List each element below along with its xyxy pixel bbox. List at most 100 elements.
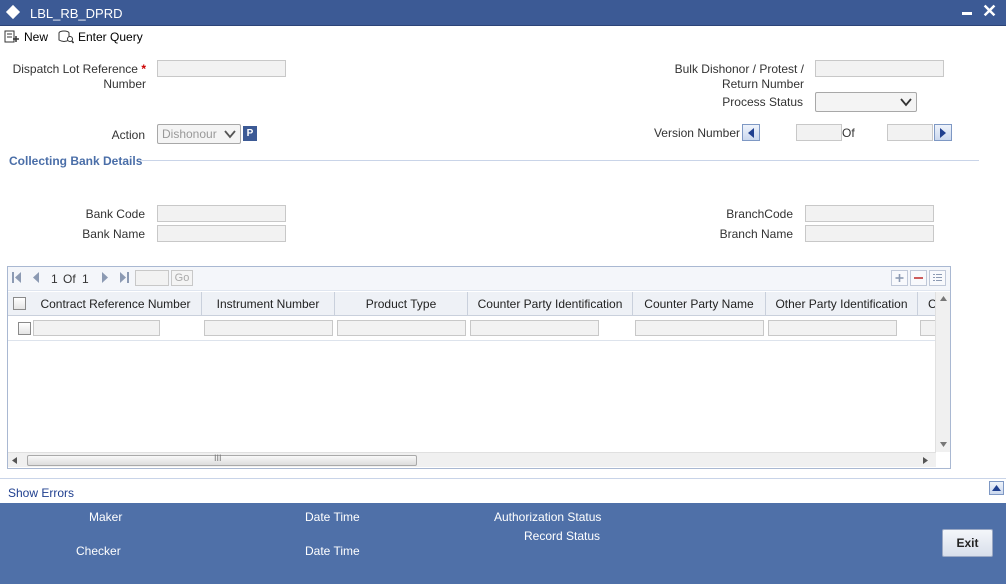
- process-status-label: Process Status: [722, 95, 803, 109]
- branch-code-label: BranchCode: [726, 207, 793, 221]
- chevron-down-icon: [900, 98, 912, 107]
- delete-row-button[interactable]: [910, 270, 927, 286]
- action-value: Dishonour: [162, 127, 217, 141]
- toolbar: New Enter Query: [0, 26, 1006, 48]
- plus-icon: [895, 274, 904, 282]
- enter-query-label: Enter Query: [78, 30, 143, 44]
- column-header-instrument-number[interactable]: Instrument Number: [202, 292, 335, 316]
- product-type-cell-input[interactable]: [337, 320, 466, 336]
- list-icon: [933, 274, 942, 281]
- go-button[interactable]: Go: [171, 270, 193, 286]
- triangle-left-icon: [748, 128, 754, 138]
- version-previous-button[interactable]: [742, 124, 760, 141]
- show-errors-bar: Show Errors: [0, 478, 1006, 503]
- audit-footer: Maker Date Time Authorization Status Che…: [0, 503, 1006, 584]
- new-label: New: [24, 30, 49, 44]
- row-checkbox[interactable]: [18, 322, 31, 335]
- expand-errors-button[interactable]: [989, 481, 1004, 495]
- counter-party-name-cell-input[interactable]: [635, 320, 764, 336]
- column-header-contract-reference[interactable]: Contract Reference Number: [30, 292, 202, 316]
- horizontal-scroll-thumb[interactable]: III: [27, 453, 417, 466]
- version-next-button[interactable]: [934, 124, 952, 141]
- column-header-truncated[interactable]: C: [918, 292, 936, 316]
- column-header-counter-party-identification[interactable]: Counter Party Identification: [468, 292, 633, 316]
- window-title: LBL_RB_DPRD: [30, 6, 123, 21]
- contract-reference-cell-input[interactable]: [33, 320, 160, 336]
- title-bar: LBL_RB_DPRD ✕: [0, 0, 1006, 26]
- version-of-label: Of: [842, 126, 855, 140]
- bank-code-label: Bank Code: [85, 207, 145, 221]
- scroll-left-arrow-icon[interactable]: [12, 457, 17, 464]
- previous-page-icon[interactable]: [32, 272, 40, 283]
- action-label: Action: [111, 128, 145, 142]
- other-party-identification-cell-input[interactable]: [768, 320, 897, 336]
- version-total-input[interactable]: [887, 124, 933, 141]
- maker-date-time-label: Date Time: [305, 510, 360, 524]
- authorization-status-label: Authorization Status: [494, 510, 602, 524]
- branch-name-label: Branch Name: [719, 227, 793, 241]
- bank-code-input[interactable]: [157, 205, 286, 222]
- enter-query-icon: [58, 30, 74, 44]
- enter-query-button[interactable]: Enter Query: [58, 28, 143, 46]
- column-header-product-type[interactable]: Product Type: [335, 292, 468, 316]
- record-status-label: Record Status: [524, 529, 601, 543]
- select-all-checkbox[interactable]: [13, 297, 26, 310]
- vertical-scrollbar[interactable]: [935, 292, 950, 452]
- scroll-up-arrow-icon[interactable]: [940, 296, 947, 301]
- bank-name-label: Bank Name: [82, 227, 145, 241]
- page-current: 1: [51, 272, 58, 286]
- scroll-thumb-grip: III: [214, 453, 222, 463]
- triangle-up-icon: [992, 485, 1001, 491]
- page-of: Of: [63, 272, 76, 286]
- app-diamond-icon: [5, 4, 21, 20]
- page-number-input[interactable]: [135, 270, 169, 286]
- add-row-button[interactable]: [891, 270, 908, 286]
- dispatch-lot-label: Dispatch Lot Reference * Number: [10, 62, 146, 92]
- minus-icon: [914, 277, 923, 279]
- grid-header-row: Contract Reference Number Instrument Num…: [8, 292, 936, 316]
- section-divider: [142, 160, 979, 161]
- scroll-right-arrow-icon[interactable]: [923, 457, 928, 464]
- next-page-icon[interactable]: [101, 272, 109, 283]
- exit-button[interactable]: Exit: [942, 529, 993, 557]
- checker-date-time-label: Date Time: [305, 544, 360, 558]
- bulk-dishonor-label-line2: Return Number: [721, 77, 804, 91]
- maker-label: Maker: [89, 510, 123, 524]
- minimize-icon[interactable]: [962, 12, 972, 15]
- checker-label: Checker: [76, 544, 121, 558]
- page-total: 1: [82, 272, 89, 286]
- version-current-input[interactable]: [796, 124, 842, 141]
- dispatch-lot-reference-input[interactable]: [157, 60, 286, 77]
- bulk-dishonor-number-input[interactable]: [815, 60, 944, 77]
- action-p-button[interactable]: P: [243, 126, 257, 141]
- process-status-select[interactable]: [815, 92, 917, 112]
- scroll-down-arrow-icon[interactable]: [940, 442, 947, 447]
- first-page-icon[interactable]: [12, 272, 22, 283]
- table-row: [8, 317, 936, 341]
- column-header-other-party-identification[interactable]: Other Party Identification: [766, 292, 918, 316]
- branch-name-input[interactable]: [805, 225, 934, 242]
- branch-code-input[interactable]: [805, 205, 934, 222]
- version-number-label: Version Number: [653, 126, 740, 140]
- counter-party-identification-cell-input[interactable]: [470, 320, 599, 336]
- action-select[interactable]: Dishonour: [157, 124, 241, 144]
- instrument-number-cell-input[interactable]: [204, 320, 333, 336]
- last-page-icon[interactable]: [119, 272, 129, 283]
- new-button[interactable]: New: [4, 28, 48, 46]
- chevron-down-icon: [224, 130, 236, 139]
- required-mark: *: [141, 62, 146, 76]
- new-icon: [4, 30, 19, 43]
- bank-name-input[interactable]: [157, 225, 286, 242]
- collecting-bank-section-title: Collecting Bank Details: [9, 154, 143, 168]
- dispatch-lot-label-line2: Number: [103, 77, 146, 91]
- show-errors-link[interactable]: Show Errors: [8, 486, 74, 500]
- contracts-grid: 1 Of 1 Go Contract Reference Number Inst…: [7, 266, 951, 469]
- bulk-dishonor-label: Bulk Dishonor / Protest / Return Number: [620, 62, 804, 92]
- close-icon[interactable]: ✕: [982, 1, 997, 21]
- single-view-button[interactable]: [929, 270, 946, 286]
- bulk-dishonor-label-line1: Bulk Dishonor / Protest /: [674, 62, 804, 76]
- grid-pager: 1 Of 1 Go: [8, 267, 950, 291]
- column-header-counter-party-name[interactable]: Counter Party Name: [633, 292, 766, 316]
- truncated-cell-input[interactable]: [920, 320, 936, 336]
- horizontal-scrollbar[interactable]: III: [8, 452, 936, 467]
